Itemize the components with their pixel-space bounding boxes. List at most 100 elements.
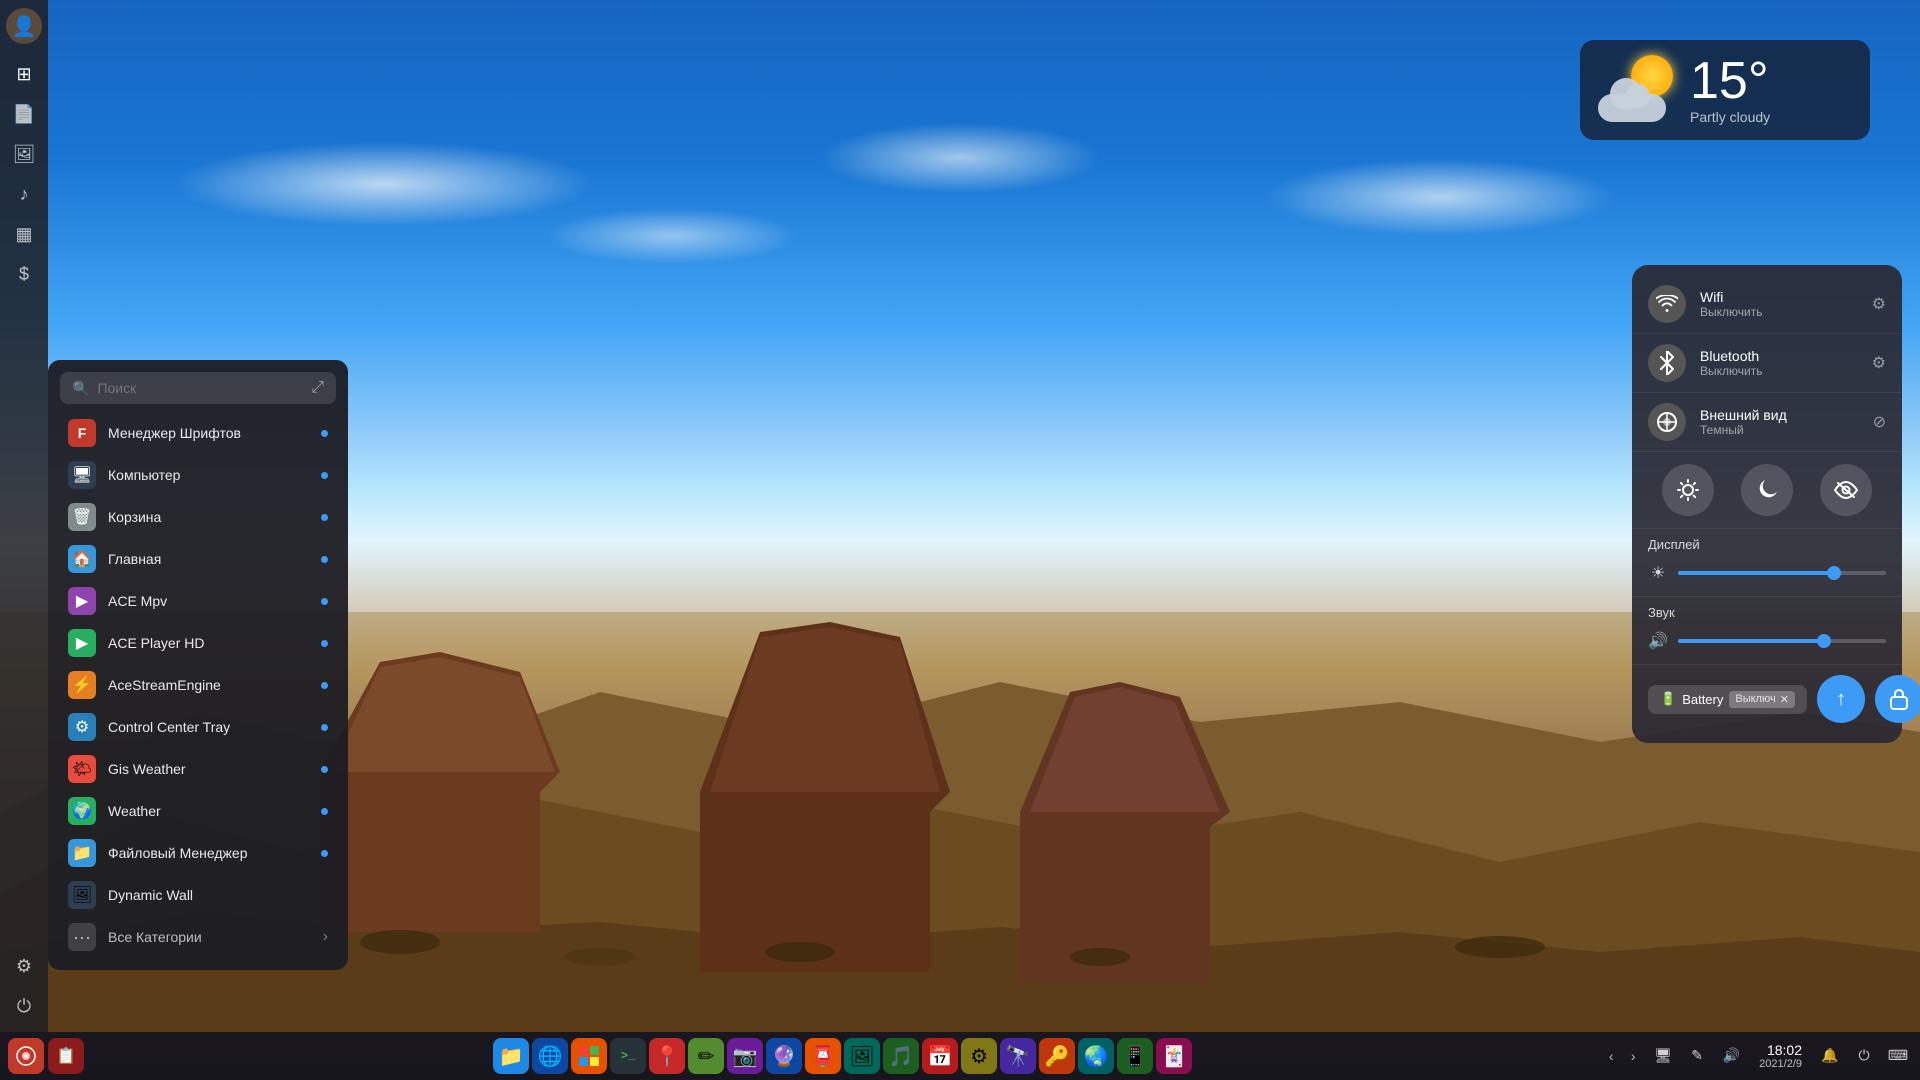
wifi-sublabel: Выключить: [1700, 305, 1858, 319]
upload-action-button[interactable]: ↑: [1817, 675, 1865, 723]
app-icon-ace-player: ▶: [68, 629, 96, 657]
bluetooth-row[interactable]: Bluetooth Выключить ⚙: [1632, 334, 1902, 393]
cloud-icon: [1598, 86, 1666, 122]
sidebar-apps-icon[interactable]: ⊞: [6, 56, 42, 92]
list-item[interactable]: ⚙ Control Center Tray: [60, 706, 336, 748]
list-item[interactable]: 🏠 Главная: [60, 538, 336, 580]
all-categories-item[interactable]: ··· Все Категории ›: [60, 916, 336, 958]
lock-icon: [1889, 688, 1909, 710]
taskbar-solitaire[interactable]: 🃏: [1156, 1038, 1192, 1074]
power-tray-icon[interactable]: ⏻: [1850, 1042, 1878, 1070]
system-clock[interactable]: 18:02 2021/2/9: [1751, 1042, 1810, 1071]
keyboard-tray-icon[interactable]: ⌨: [1884, 1042, 1912, 1070]
brightness-day-button[interactable]: [1662, 464, 1714, 516]
sidebar-gallery-icon[interactable]: 🖼: [6, 136, 42, 172]
screen-tray-icon[interactable]: 🖥: [1649, 1042, 1677, 1070]
app-icon-file-manager: 📁: [68, 839, 96, 867]
sidebar-music-icon[interactable]: ♪: [6, 176, 42, 212]
weather-icon-container: [1598, 50, 1678, 130]
display-slider-track[interactable]: [1678, 571, 1886, 575]
app-icon-font-manager: F: [68, 419, 96, 447]
sidebar-settings-icon[interactable]: ⚙: [6, 948, 42, 984]
start-menu-button[interactable]: [8, 1038, 44, 1074]
bluetooth-settings-icon[interactable]: ⚙: [1872, 353, 1886, 373]
pen-tray-icon[interactable]: ✎: [1683, 1042, 1711, 1070]
taskbar-browser3[interactable]: 🌏: [1078, 1038, 1114, 1074]
list-item[interactable]: 🗑 Корзина: [60, 496, 336, 538]
app-label: Главная: [108, 551, 309, 567]
taskbar-browser2[interactable]: 🔮: [766, 1038, 802, 1074]
taskbar-second-app[interactable]: 📋: [48, 1038, 84, 1074]
volume-tray-icon[interactable]: 🔊: [1717, 1042, 1745, 1070]
taskbar-android[interactable]: 📱: [1117, 1038, 1153, 1074]
list-item[interactable]: ▶ ACE Player HD: [60, 622, 336, 664]
taskbar-terminal[interactable]: >_: [610, 1038, 646, 1074]
mode-buttons-row: [1632, 452, 1902, 529]
nav-forward-arrow[interactable]: ›: [1623, 1046, 1643, 1066]
taskbar: 📋 📁 🌐 >_ 📍 ✏ 📷 🔮 📮 🖼 🎵 📅 ⚙ 🔭 🔑 🌏 📱: [0, 1032, 1920, 1080]
battery-close-icon[interactable]: ✕: [1780, 693, 1789, 706]
search-bar: 🔍 ⤢: [60, 372, 336, 404]
taskbar-browser[interactable]: 🌐: [532, 1038, 568, 1074]
app-label: AceStreamEngine: [108, 677, 309, 693]
taskbar-store[interactable]: [571, 1038, 607, 1074]
app-dot: [321, 430, 328, 437]
upload-icon: ↑: [1836, 688, 1846, 711]
sound-slider-track[interactable]: [1678, 639, 1886, 643]
app-icon-control-center: ⚙: [68, 713, 96, 741]
weather-description: Partly cloudy: [1690, 109, 1770, 125]
taskbar-files[interactable]: 📁: [493, 1038, 529, 1074]
app-dot: [321, 640, 328, 647]
notification-tray-icon[interactable]: 🔔: [1816, 1042, 1844, 1070]
taskbar-music[interactable]: 🎵: [883, 1038, 919, 1074]
display-label: Дисплей: [1648, 537, 1886, 552]
list-item[interactable]: 🖼 Dynamic Wall: [60, 874, 336, 916]
list-item[interactable]: ▶ ACE Mpv: [60, 580, 336, 622]
app-icon-dynamic-wall: 🖼: [68, 881, 96, 909]
battery-icon: 🔋: [1660, 691, 1676, 707]
sidebar-wallet-icon[interactable]: $: [6, 256, 42, 292]
appearance-row[interactable]: Внешний вид Темный ⊘: [1632, 393, 1902, 452]
clock-date: 2021/2/9: [1759, 1058, 1802, 1070]
taskbar-maps[interactable]: 📍: [649, 1038, 685, 1074]
wifi-row[interactable]: Wifi Выключить ⚙: [1632, 275, 1902, 334]
battery-off-badge: Выключ ✕: [1729, 691, 1795, 708]
eye-care-button[interactable]: [1820, 464, 1872, 516]
user-avatar[interactable]: 👤: [6, 8, 42, 44]
wifi-settings-icon[interactable]: ⚙: [1872, 294, 1886, 314]
bluetooth-sublabel: Выключить: [1700, 364, 1858, 378]
app-label: Weather: [108, 803, 309, 819]
taskbar-editor[interactable]: ✏: [688, 1038, 724, 1074]
list-item[interactable]: 🌤 Gis Weather: [60, 748, 336, 790]
list-item[interactable]: ⚡ AceStreamEngine: [60, 664, 336, 706]
sidebar-files-icon[interactable]: 📄: [6, 96, 42, 132]
taskbar-keepass[interactable]: 🔑: [1039, 1038, 1075, 1074]
app-label: Менеджер Шрифтов: [108, 425, 309, 441]
app-dot: [321, 850, 328, 857]
taskbar-discover[interactable]: 🔭: [1000, 1038, 1036, 1074]
sidebar-power-icon[interactable]: ⏻: [6, 988, 42, 1024]
nav-back-arrow[interactable]: ‹: [1601, 1046, 1621, 1066]
wifi-label: Wifi: [1700, 289, 1858, 305]
all-categories-label: Все Категории: [108, 929, 311, 945]
list-item[interactable]: F Менеджер Шрифтов: [60, 412, 336, 454]
expand-icon[interactable]: ⤢: [311, 379, 324, 397]
taskbar-settings[interactable]: ⚙: [961, 1038, 997, 1074]
list-item[interactable]: 🌍 Weather: [60, 790, 336, 832]
taskbar-calendar[interactable]: 📅: [922, 1038, 958, 1074]
app-dot: [321, 724, 328, 731]
lock-action-button[interactable]: [1875, 675, 1920, 723]
list-item[interactable]: 🖥 Компьютер: [60, 454, 336, 496]
list-item[interactable]: 📁 Файловый Менеджер: [60, 832, 336, 874]
taskbar-camera[interactable]: 📷: [727, 1038, 763, 1074]
night-mode-button[interactable]: [1741, 464, 1793, 516]
search-input[interactable]: [97, 380, 303, 396]
taskbar-photos[interactable]: 🖼: [844, 1038, 880, 1074]
appearance-settings-icon[interactable]: ⊘: [1873, 412, 1886, 432]
appearance-icon: [1648, 403, 1686, 441]
taskbar-email[interactable]: 📮: [805, 1038, 841, 1074]
display-slider-thumb: [1827, 566, 1841, 580]
app-label: ACE Player HD: [108, 635, 309, 651]
bluetooth-label: Bluetooth: [1700, 348, 1858, 364]
sidebar-spreadsheet-icon[interactable]: ▦: [6, 216, 42, 252]
